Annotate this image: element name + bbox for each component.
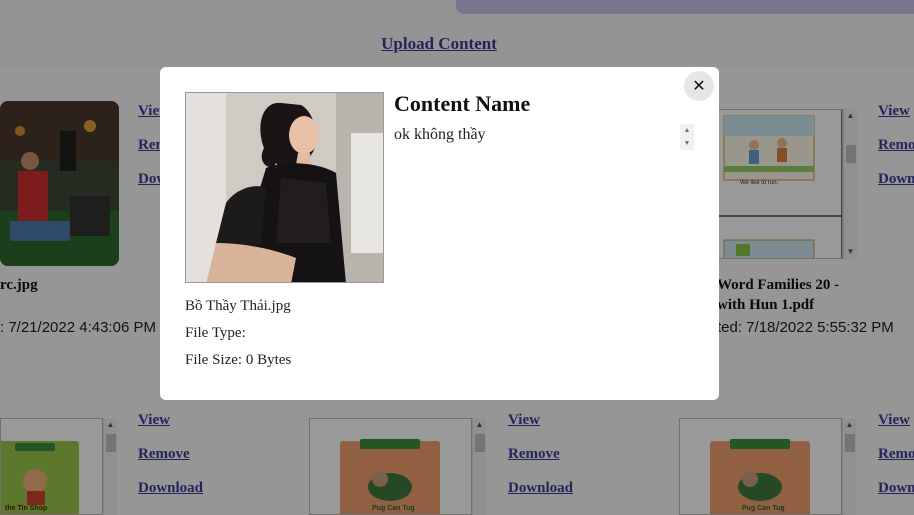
portrait-photo (186, 93, 383, 282)
scroll-up-arrow-icon[interactable]: ▲ (680, 124, 694, 137)
close-modal-button[interactable]: ✕ (684, 71, 714, 101)
description-textarea[interactable]: ok không thầy ▲ ▼ (394, 124, 694, 152)
file-type: File Type: (185, 325, 246, 341)
scroll-down-arrow-icon[interactable]: ▼ (680, 137, 694, 150)
description-scrollbar[interactable]: ▲ ▼ (680, 124, 694, 150)
content-preview-image (185, 92, 384, 283)
content-name-heading: Content Name (394, 91, 531, 116)
file-name: Bồ Thầy Thái.jpg (185, 298, 291, 314)
description-text: ok không thầy (394, 126, 486, 143)
close-icon[interactable]: ✕ (692, 76, 705, 95)
file-size: File Size: 0 Bytes (185, 352, 292, 368)
content-detail-modal: Content Name ok không thầy ▲ ▼ Bồ Thầy T… (160, 67, 719, 400)
